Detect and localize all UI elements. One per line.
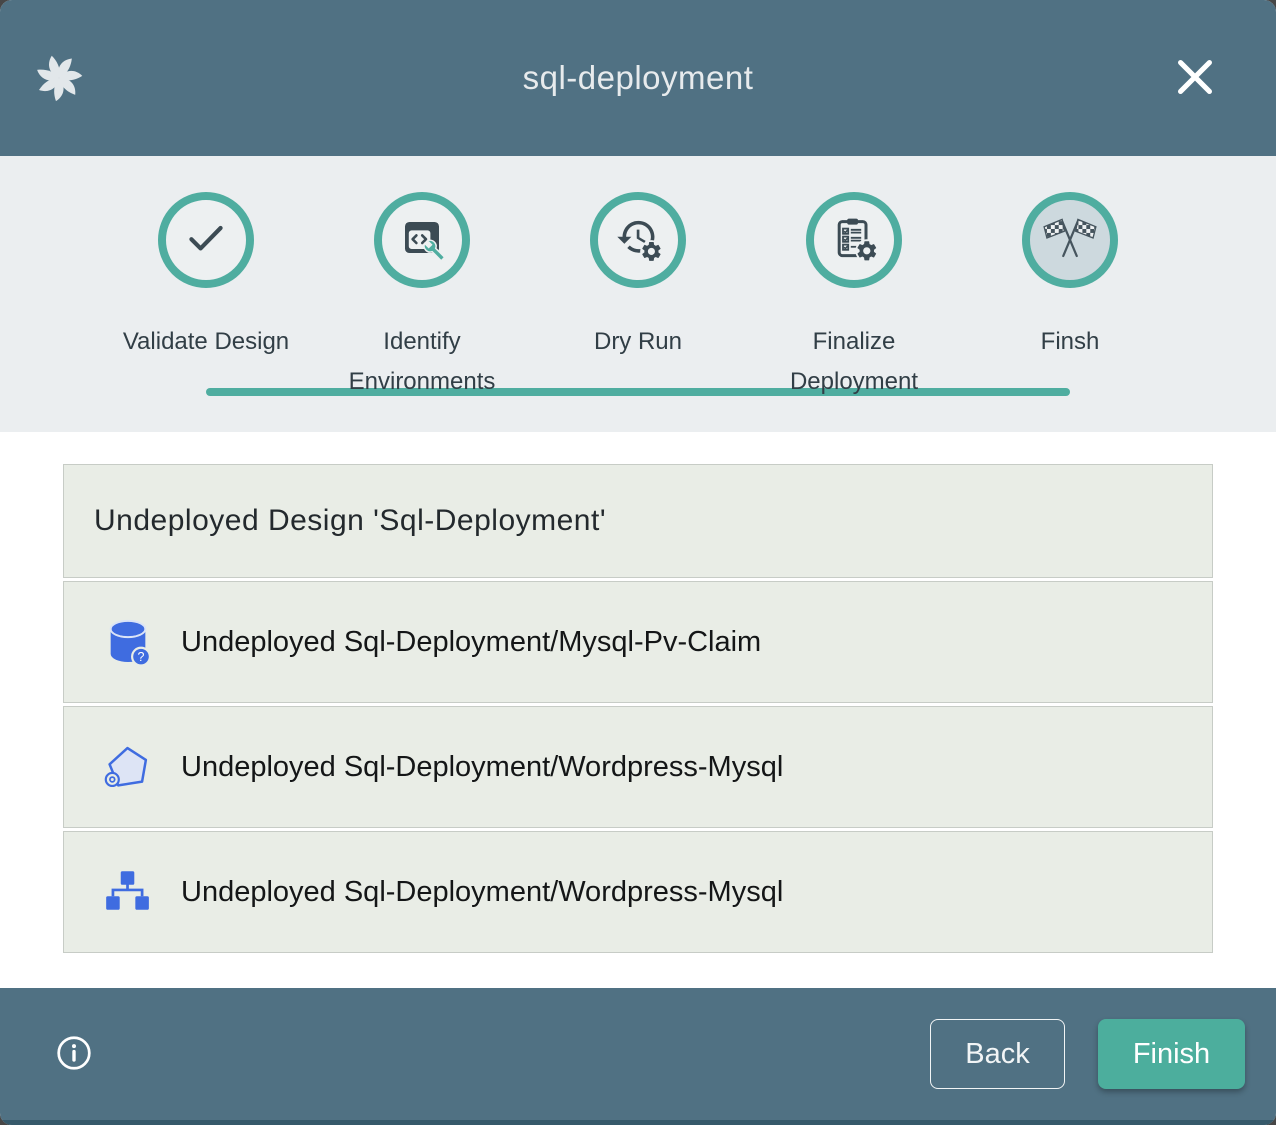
close-icon: [1175, 57, 1215, 100]
info-icon: [55, 1034, 93, 1075]
modal-header: sql-deployment: [0, 0, 1276, 156]
check-icon: [181, 213, 231, 268]
step-circle: [374, 192, 470, 288]
deployment-results-panel: Undeployed Design 'Sql-Deployment' ? Und…: [63, 464, 1213, 953]
wizard-stepper: Validate Design: [0, 156, 1276, 432]
results-area: Undeployed Design 'Sql-Deployment' ? Und…: [0, 432, 1276, 988]
step-dry-run: Dry Run: [530, 192, 746, 402]
result-row-wordpress-mysql-pod: Undeployed Sql-Deployment/Wordpress-Mysq…: [63, 706, 1213, 828]
code-window-wrench-icon: [398, 214, 446, 267]
modal-title: sql-deployment: [523, 59, 754, 97]
result-text: Undeployed Sql-Deployment/Mysql-Pv-Claim: [181, 626, 761, 659]
step-label: Finsh: [1041, 322, 1100, 362]
result-text: Undeployed Sql-Deployment/Wordpress-Mysq…: [181, 876, 783, 909]
step-circle: [806, 192, 902, 288]
step-label: Validate Design: [123, 322, 289, 362]
step-label: Identify Environments: [331, 322, 513, 402]
step-circle: [590, 192, 686, 288]
database-question-icon: ?: [102, 616, 154, 668]
pentagon-pod-icon: [102, 741, 154, 793]
result-row-wordpress-mysql-deployment: Undeployed Sql-Deployment/Wordpress-Mysq…: [63, 831, 1213, 953]
hierarchy-deployment-icon: [102, 866, 154, 918]
info-button[interactable]: [54, 1034, 94, 1074]
pinwheel-logo-icon: [30, 49, 88, 107]
close-button[interactable]: [1172, 55, 1218, 101]
result-text: Undeployed Design 'Sql-Deployment': [94, 504, 606, 538]
svg-text:?: ?: [138, 650, 145, 664]
step-identify-environments: Identify Environments: [314, 192, 530, 402]
step-label: Finalize Deployment: [763, 322, 945, 402]
back-button[interactable]: Back: [930, 1019, 1065, 1089]
footer-buttons: Back Finish: [930, 1019, 1245, 1089]
step-label: Dry Run: [594, 322, 682, 362]
step-validate-design: Validate Design: [98, 192, 314, 402]
deployment-wizard-modal: sql-deployment Validate Design: [0, 0, 1276, 1125]
modal-footer: Back Finish: [0, 988, 1276, 1125]
step-finalize-deployment: Finalize Deployment: [746, 192, 962, 402]
step-circle: [158, 192, 254, 288]
checkered-flags-icon: [1043, 213, 1097, 268]
step-finish: Finsh: [962, 192, 1178, 402]
step-circle: [1022, 192, 1118, 288]
finish-button[interactable]: Finish: [1098, 1019, 1245, 1089]
clipboard-gear-icon: [830, 214, 878, 267]
result-text: Undeployed Sql-Deployment/Wordpress-Mysq…: [181, 751, 783, 784]
sync-gear-icon: [613, 213, 663, 268]
result-row-pv-claim: ? Undeployed Sql-Deployment/Mysql-Pv-Cla…: [63, 581, 1213, 703]
result-row-design: Undeployed Design 'Sql-Deployment': [63, 464, 1213, 578]
